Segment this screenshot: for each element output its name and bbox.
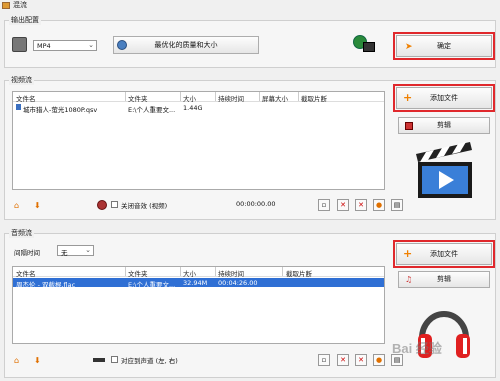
cell-duration: 00:04:26.00: [218, 279, 258, 287]
video-stream-label: 视频流: [9, 75, 34, 85]
audio-edit-label: 剪辑: [437, 275, 451, 283]
align-channel-checkbox[interactable]: [111, 356, 118, 363]
interval-label: 间隔时间: [14, 249, 40, 257]
column-header[interactable]: 文件名: [16, 268, 36, 278]
column-header[interactable]: 文件夹: [128, 268, 148, 278]
watermark: Bai 经验: [392, 341, 442, 356]
table-row[interactable]: 城市猎人-萤光1080P.qsv E:\个人重要文... 1.44G: [13, 103, 384, 114]
format-value: MP4: [37, 42, 51, 50]
cell-folder: E:\个人重要文...: [128, 106, 176, 114]
video-settings-icon: [353, 35, 377, 55]
quality-icon: [117, 40, 127, 50]
audio-edit-button[interactable]: ♫ 剪辑: [398, 271, 490, 288]
column-header[interactable]: 截取片断: [286, 268, 312, 278]
move-down-icon[interactable]: ⬇: [34, 356, 41, 365]
audio-file-list[interactable]: 文件名 文件夹 大小 持续时间 截取片断 周杰伦 - 双截棍.flac E:\个…: [12, 266, 385, 344]
video-clear-button[interactable]: ✕: [355, 199, 367, 211]
home-icon[interactable]: ⌂: [14, 201, 19, 210]
interval-select[interactable]: 无 ⌄: [57, 245, 94, 257]
video-tool-button[interactable]: ▫: [318, 199, 330, 211]
column-header[interactable]: 大小: [183, 93, 196, 103]
interval-value: 无: [61, 249, 68, 257]
video-edit-button[interactable]: 剪辑: [398, 117, 490, 134]
move-down-icon[interactable]: ⬇: [34, 201, 41, 210]
music-icon: ♫: [405, 275, 413, 284]
video-file-list[interactable]: 文件名 文件夹 大小 持续时间 屏幕大小 截取片断 城市猎人-萤光1080P.q…: [12, 91, 385, 190]
cell-size: 32.94M: [183, 279, 208, 287]
file-icon: [16, 104, 21, 110]
column-header[interactable]: 持续时间: [218, 93, 244, 103]
column-header[interactable]: 大小: [183, 268, 196, 278]
plus-icon: +: [403, 91, 413, 104]
window-title: 混流: [13, 1, 27, 9]
audio-stream-label: 音频流: [9, 228, 34, 238]
audio-settings-button[interactable]: ●: [373, 354, 385, 366]
plus-icon: +: [403, 247, 413, 260]
audio-add-file-label: 添加文件: [430, 250, 458, 258]
column-header[interactable]: 屏幕大小: [262, 93, 288, 103]
table-row[interactable]: 周杰伦 - 双截棍.flac E:\个人重要文... 32.94M 00:04:…: [13, 278, 384, 289]
align-channel-label: 对应到声道 (左, 右): [121, 357, 178, 365]
confirm-button-label: 确定: [437, 42, 451, 50]
video-delete-button[interactable]: ✕: [337, 199, 349, 211]
format-icon: [12, 37, 27, 52]
video-add-file-label: 添加文件: [430, 94, 458, 102]
audio-add-file-button[interactable]: + 添加文件: [393, 240, 495, 268]
mute-video-checkbox[interactable]: [111, 201, 118, 208]
audio-delete-button[interactable]: ✕: [337, 354, 349, 366]
chevron-down-icon: ⌄: [85, 246, 91, 254]
chevron-down-icon: ⌄: [88, 41, 94, 49]
column-header[interactable]: 文件名: [16, 93, 36, 103]
audio-tool-button[interactable]: ▫: [318, 354, 330, 366]
video-list-header: 文件名 文件夹 大小 持续时间 屏幕大小 截取片断: [13, 92, 384, 103]
mute-video-label: 关闭音效 (视频): [121, 202, 168, 210]
confirm-button[interactable]: ➤ 确定: [393, 32, 495, 60]
quality-button[interactable]: 最优化的质量和大小: [113, 36, 259, 54]
video-edit-label: 剪辑: [437, 121, 451, 129]
output-config-label: 输出配置: [9, 15, 41, 25]
column-header[interactable]: 持续时间: [218, 268, 244, 278]
audio-list-header: 文件名 文件夹 大小 持续时间 截取片断: [13, 267, 384, 278]
mute-icon: [97, 200, 107, 210]
clapperboard-icon: [416, 142, 472, 198]
cell-folder: E:\个人重要文...: [128, 281, 176, 289]
channel-icon: [93, 358, 105, 362]
cell-size: 1.44G: [183, 104, 203, 112]
video-settings-button[interactable]: ●: [373, 199, 385, 211]
format-select[interactable]: MP4 ⌄: [33, 40, 97, 51]
quality-button-label: 最优化的质量和大小: [154, 41, 218, 49]
video-info-button[interactable]: ▤: [391, 199, 403, 211]
arrow-right-icon: ➤: [405, 42, 413, 52]
column-header[interactable]: 文件夹: [128, 93, 148, 103]
video-add-file-button[interactable]: + 添加文件: [393, 84, 495, 112]
film-icon: [405, 122, 413, 130]
video-time: 00:00:00.00: [236, 200, 276, 208]
home-icon[interactable]: ⌂: [14, 356, 19, 365]
audio-clear-button[interactable]: ✕: [355, 354, 367, 366]
cell-name: 周杰伦 - 双截棍.flac: [16, 281, 76, 289]
cell-name: 城市猎人-萤光1080P.qsv: [23, 106, 98, 114]
column-header[interactable]: 截取片断: [301, 93, 327, 103]
